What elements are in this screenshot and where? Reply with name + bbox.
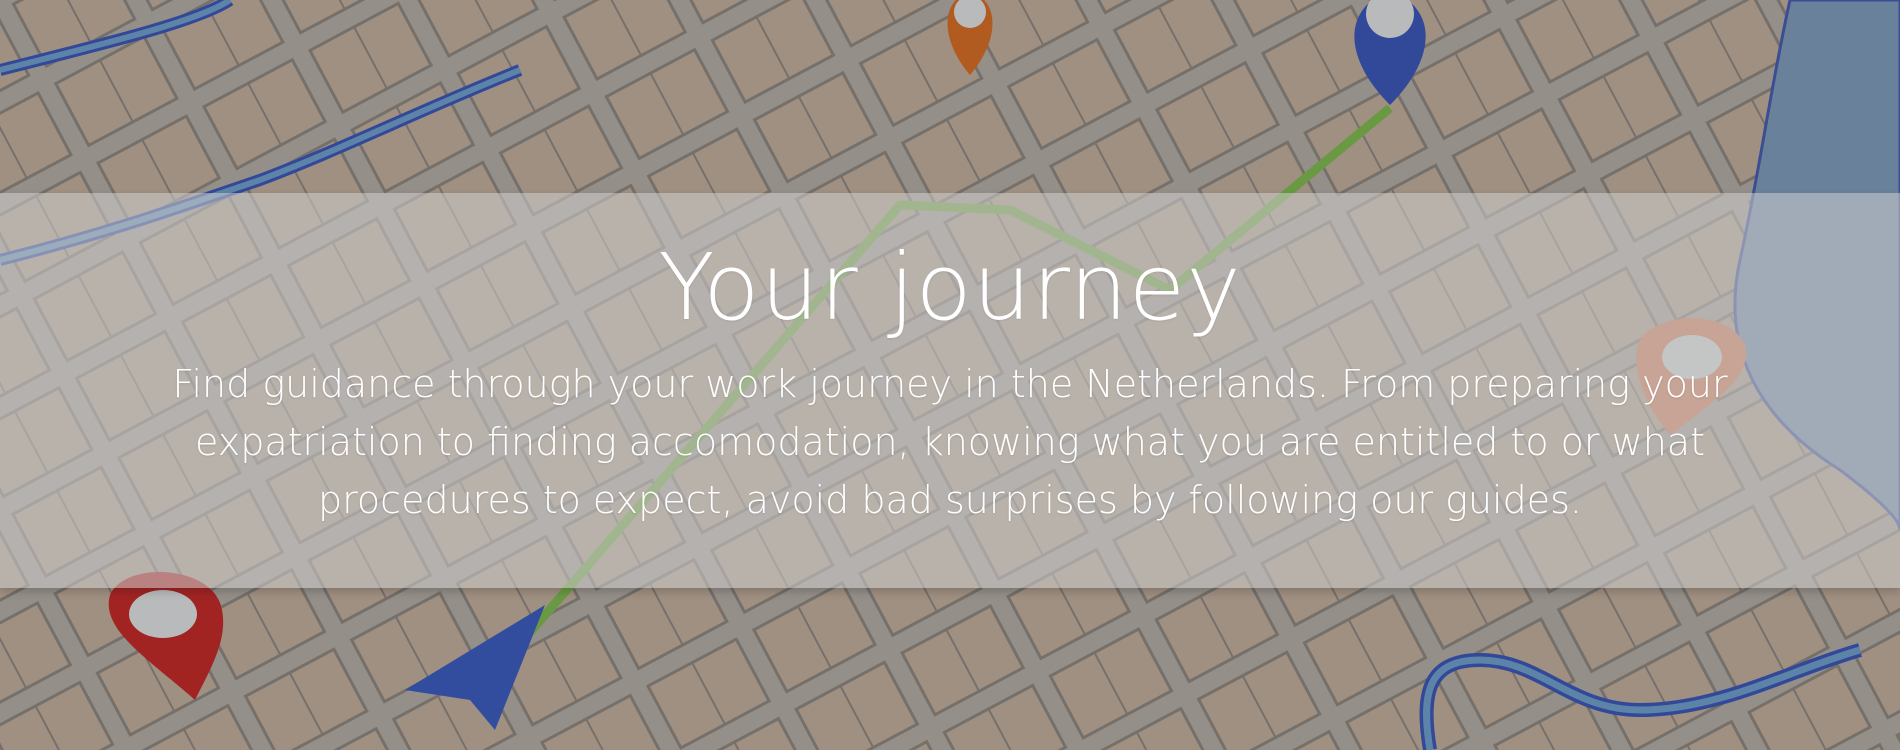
hero-content: Your journey Find guidance through your … — [0, 193, 1900, 588]
hero-description: Find guidance through your work journey … — [172, 362, 1728, 522]
page-title: Your journey — [658, 234, 1242, 341]
hero-section: Your journey Find guidance through your … — [0, 0, 1900, 750]
